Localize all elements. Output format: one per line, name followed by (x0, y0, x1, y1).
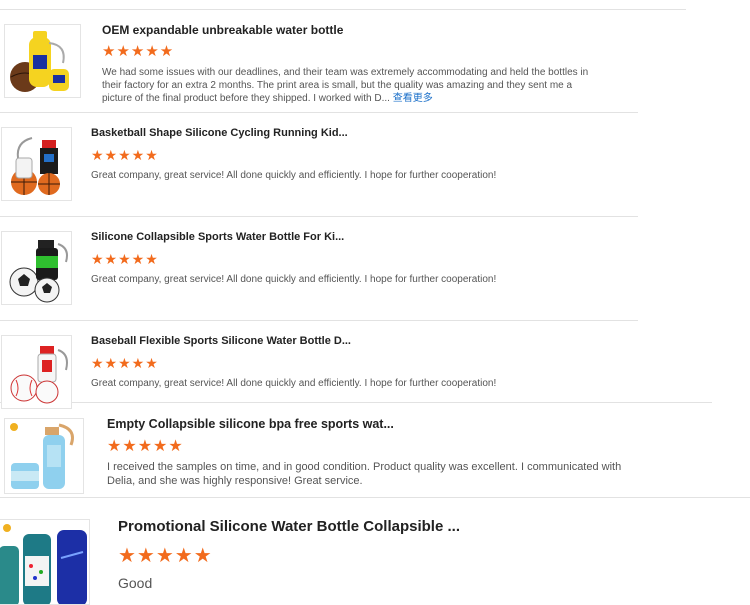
review-item: Basketball Shape Silicone Cycling Runnin… (0, 112, 750, 216)
rating-stars: ★★★★★ (91, 147, 159, 163)
review-item: Promotional Silicone Water Bottle Collap… (0, 497, 750, 605)
review-product-title[interactable]: Silicone Collapsible Sports Water Bottle… (91, 231, 344, 243)
product-thumbnail[interactable] (1, 335, 72, 409)
review-text: Great company, great service! All done q… (91, 274, 497, 285)
product-thumbnail[interactable] (0, 519, 90, 605)
review-text: Great company, great service! All done q… (91, 378, 497, 389)
rating-stars: ★★★★★ (91, 251, 159, 267)
review-product-title[interactable]: Baseball Flexible Sports Silicone Water … (91, 335, 351, 347)
rating-stars: ★★★★★ (118, 545, 213, 567)
product-thumbnail[interactable] (4, 418, 84, 494)
product-image (10, 423, 74, 489)
review-text: I received the samples on time, and in g… (107, 461, 622, 487)
product-image (0, 524, 87, 604)
rating-stars: ★★★★★ (91, 355, 159, 371)
review-item: Baseball Flexible Sports Silicone Water … (0, 320, 750, 409)
review-text: Great company, great service! All done q… (91, 170, 497, 181)
review-product-title[interactable]: OEM expandable unbreakable water bottle (102, 23, 343, 37)
review-product-title[interactable]: Empty Collapsible silicone bpa free spor… (107, 417, 394, 431)
review-text: Good (118, 575, 153, 591)
view-more-link[interactable]: 查看更多 (393, 93, 433, 104)
product-image (10, 31, 69, 92)
rating-stars: ★★★★★ (102, 43, 175, 60)
rating-stars: ★★★★★ (107, 438, 184, 455)
review-product-title[interactable]: Promotional Silicone Water Bottle Collap… (118, 518, 460, 535)
product-thumbnail[interactable] (4, 24, 81, 98)
product-image (10, 346, 68, 404)
product-thumbnail[interactable] (1, 231, 72, 305)
review-item: OEM expandable unbreakable water bottle … (0, 0, 750, 110)
review-text: We had some issues with our deadlines, a… (102, 66, 602, 105)
product-image (11, 137, 60, 195)
review-item: Empty Collapsible silicone bpa free spor… (0, 402, 750, 497)
review-product-title[interactable]: Basketball Shape Silicone Cycling Runnin… (91, 127, 348, 139)
review-item: Silicone Collapsible Sports Water Bottle… (0, 216, 750, 320)
product-image (9, 240, 68, 303)
product-thumbnail[interactable] (1, 127, 72, 201)
review-text-body: We had some issues with our deadlines, a… (102, 67, 589, 104)
